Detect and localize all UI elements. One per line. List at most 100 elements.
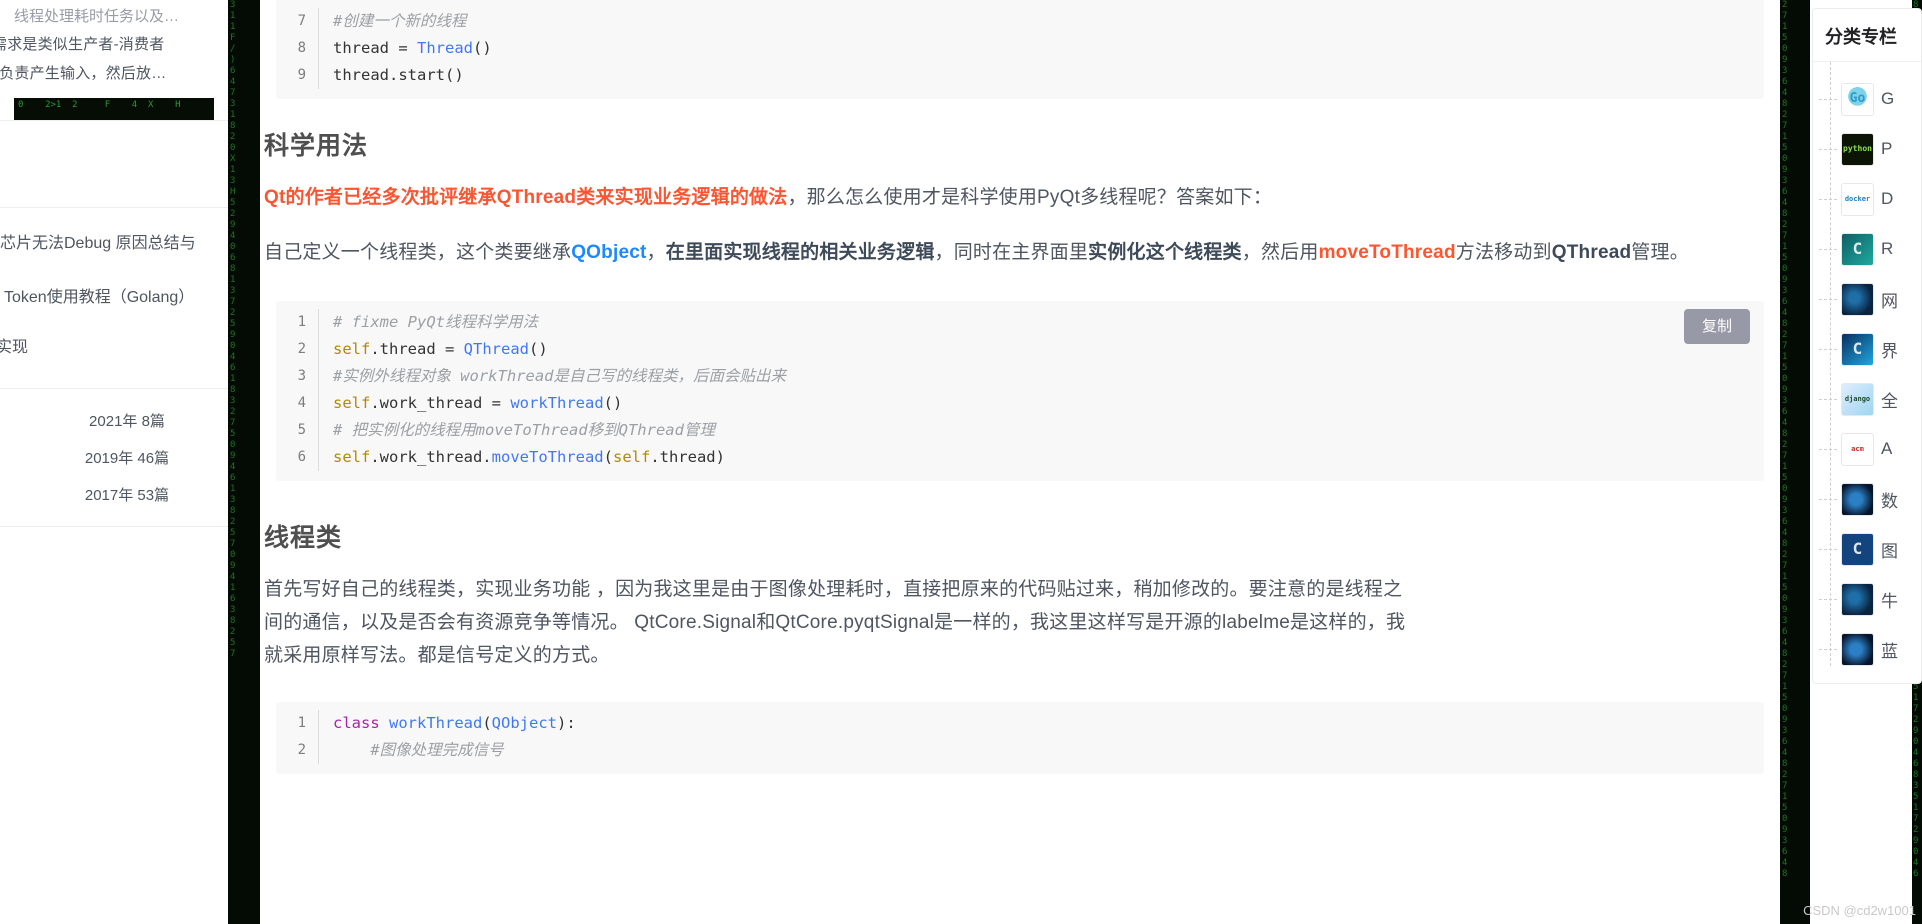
- section-heading-thread-class: 线程类: [264, 524, 343, 552]
- sidebar-divider-3: [0, 526, 228, 527]
- paragraph-qt-author-criticism: Qt的作者已经多次批评继承QThread类来实现业务逻辑的做法，那么怎么使用才是…: [260, 181, 1780, 214]
- archive-item-2017[interactable]: 2017年 53篇: [0, 477, 228, 514]
- code-token: .start(): [389, 66, 464, 84]
- redis-thumb: C: [1841, 232, 1874, 266]
- thumbnail-glyph: C: [1852, 239, 1863, 258]
- code-line: 4 self.work_thread = workThread(): [276, 390, 1764, 417]
- code-token: #图像处理完成信号: [333, 741, 504, 759]
- code-token: (: [603, 448, 613, 466]
- code-token: =: [444, 340, 464, 358]
- code-token: self: [333, 448, 371, 466]
- category-item-label: 图: [1881, 541, 1898, 561]
- algo-thumb: [1841, 482, 1874, 516]
- recommended-article-card[interactable]: 线程处理耗时任务以及… 需求是类似生产者-消费者 程负责产生输入，然后放… 0 …: [0, 0, 228, 121]
- category-item-9[interactable]: C图: [1813, 524, 1921, 574]
- section-heading-scientific-usage: 科学用法: [264, 132, 369, 160]
- category-item-0[interactable]: Go G: [1813, 74, 1921, 124]
- code-block-thread-class[interactable]: 1 class workThread(QObject): 2 #图像处理完成信号: [276, 702, 1764, 774]
- category-item-6[interactable]: django 全: [1813, 374, 1921, 424]
- code-line-text: # 把实例化的线程用moveToThread移到QThread管理: [318, 417, 1764, 444]
- category-list: Go Gpython Pdocker D C R 网 C 界 django 全 acm A 数 C 图牛蓝: [1813, 62, 1921, 674]
- para2-seg3: ，同时在主界面里: [934, 242, 1089, 263]
- category-item-2[interactable]: docker D: [1813, 174, 1921, 224]
- category-item-3[interactable]: CR: [1813, 224, 1921, 274]
- copy-code-button[interactable]: 复制: [1683, 309, 1750, 344]
- category-item-5[interactable]: C界: [1813, 324, 1921, 374]
- para2-movetothread: moveToThread: [1318, 242, 1456, 263]
- network-thumb: [1841, 582, 1874, 616]
- sidebar-link-3[interactable]: 实现: [0, 334, 228, 362]
- thumbnail-glyph: acm: [1851, 445, 1864, 453]
- code-line-number: 2: [297, 742, 306, 758]
- code-line-text: # fixme PyQt线程科学用法: [318, 309, 1764, 336]
- code-line: 9 thread.start(): [276, 62, 1764, 89]
- code-token: .thread): [650, 448, 725, 466]
- category-item-label: 网: [1881, 291, 1898, 311]
- category-item-label: A: [1881, 439, 1893, 458]
- para2-qobject-link[interactable]: QObject: [571, 242, 646, 263]
- code-token: (: [482, 714, 492, 732]
- recommended-article-line-2: 程负责产生输入，然后放…: [0, 65, 167, 82]
- python-thumb: python: [1841, 132, 1874, 166]
- code-token: # fixme PyQt线程科学用法: [333, 313, 538, 331]
- archive-item-2021[interactable]: 2021年 8篇: [0, 403, 228, 440]
- page-root: 3 1 1 F / ) 6 4 7 3 1 8 2 0 X 1 3 H 5 2 …: [0, 0, 1922, 924]
- code-token: =: [398, 39, 417, 57]
- thumbnail-glyph: django: [1844, 395, 1871, 403]
- category-item-label: 蓝: [1881, 641, 1898, 661]
- category-sidebar-heading: 分类专栏: [1813, 9, 1921, 62]
- archive-item-2019[interactable]: 2019年 46篇: [0, 440, 228, 477]
- code-line-number: 9: [297, 67, 306, 83]
- category-item-label: P: [1881, 139, 1893, 158]
- code-line-text: thread = Thread(): [318, 35, 1764, 62]
- code-line: 1 # fixme PyQt线程科学用法: [276, 309, 1764, 336]
- category-item-1[interactable]: python P: [1813, 124, 1921, 174]
- code-line-text: thread.start(): [318, 62, 1764, 89]
- image-thumb: C: [1841, 532, 1874, 566]
- category-item-8[interactable]: 数: [1813, 474, 1921, 524]
- code-token: Thread: [417, 39, 473, 57]
- sidebar-link-1[interactable]: 芯片无法Debug 原因总结与: [0, 230, 228, 258]
- paragraph-define-thread-class: 自己定义一个线程类，这个类要继承QObject，在里面实现线程的相关业务逻辑，同…: [260, 236, 1780, 269]
- category-tree-dash: [1819, 248, 1837, 250]
- thumbnail-glyph: Go: [1849, 91, 1866, 106]
- sidebar-link-spacer-1: [0, 258, 228, 284]
- thumbnail-glyph: python: [1843, 144, 1872, 153]
- category-item-11[interactable]: 蓝: [1813, 624, 1921, 674]
- watermark: CSDN @cd2w1001: [1803, 903, 1916, 918]
- network-thumb: [1841, 282, 1874, 316]
- category-tree-dash: [1819, 198, 1837, 200]
- paragraph-thread-class-desc: 首先写好自己的线程类，实现业务功能 ，因为我这里是由于图像处理耗时，直接把原来的…: [260, 573, 1780, 672]
- thumbnail-glyph: C: [1852, 339, 1863, 358]
- docker-thumb: docker: [1841, 182, 1874, 216]
- code-token: self: [612, 448, 651, 466]
- code-line: 3 #实例外线程对象 workThread是自己写的线程类，后面会贴出来: [276, 363, 1764, 390]
- code-token: workThread: [389, 714, 483, 732]
- category-item-7[interactable]: acm A: [1813, 424, 1921, 474]
- code-block-scientific-usage[interactable]: 复制 1 # fixme PyQt线程科学用法 2 self.thread = QTh…: [276, 301, 1764, 481]
- code-line-number: 3: [297, 368, 306, 384]
- code-token: workThread: [510, 394, 604, 412]
- acm-thumb: acm: [1841, 432, 1874, 466]
- category-item-4[interactable]: 网: [1813, 274, 1921, 324]
- code-token: self: [333, 340, 371, 358]
- code-token: .work_thread.: [370, 448, 492, 466]
- code-block-top[interactable]: 7 #创建一个新的线程 8 thread = Thread() 9 thread.star…: [276, 0, 1764, 99]
- para2-bold2: 实例化这个线程类: [1088, 242, 1242, 263]
- code-token: class: [333, 714, 389, 732]
- para3-line2: 间的通信，以及是否会有资源竞争等情况。 QtCore.Signal和QtCore…: [264, 612, 1406, 633]
- category-item-10[interactable]: 牛: [1813, 574, 1921, 624]
- code-line: 6 self.work_thread.moveToThread(self.thre…: [276, 444, 1764, 471]
- code-token: .thread: [370, 340, 445, 358]
- para2-bold1: 在里面实现线程的相关业务逻辑: [665, 242, 935, 263]
- background-strip-left: 3 1 1 F / ) 6 4 7 3 1 8 2 0 X 1 3 H 5 2 …: [228, 0, 260, 924]
- code-token: QObject: [491, 714, 557, 732]
- para2-seg4: ，然后用: [1241, 242, 1319, 263]
- category-tree-dash: [1819, 348, 1837, 350]
- code-token: moveToThread: [491, 448, 604, 466]
- archive-list: 2021年 8篇 2019年 46篇 2017年 53篇: [0, 389, 228, 527]
- sidebar-link-2[interactable]: Token使用教程（Golang）: [0, 284, 228, 312]
- code-line-number: 1: [297, 314, 306, 330]
- para2-seg2: ，: [646, 242, 666, 263]
- code-line: 7 #创建一个新的线程: [276, 8, 1764, 35]
